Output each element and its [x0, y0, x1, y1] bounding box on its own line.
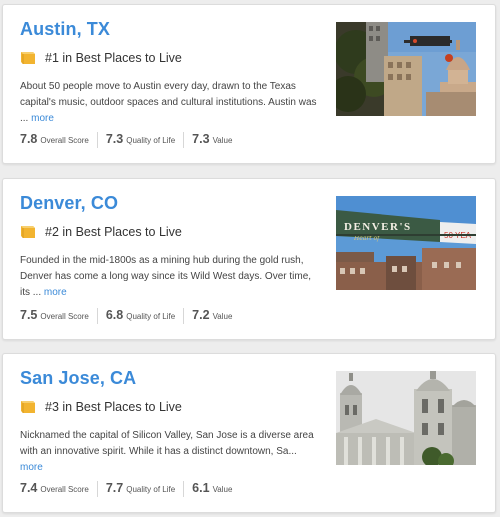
- more-link[interactable]: more: [44, 287, 67, 298]
- quality-of-life-score: 6.8 Quality of Life: [96, 308, 183, 324]
- san-jose-photo-art: [336, 371, 476, 465]
- score-label: Value: [212, 485, 233, 494]
- score-label: Overall Score: [40, 485, 89, 494]
- rank-row: #3 in Best Places to Live: [20, 398, 182, 416]
- score-label: Quality of Life: [126, 136, 176, 145]
- description-text: About 50 people move to Austin every day…: [20, 81, 317, 124]
- score-row: 7.4 Overall Score 7.7 Quality of Life 6.…: [20, 480, 240, 498]
- place-title[interactable]: Austin, TX: [20, 19, 110, 40]
- rank-row: #1 in Best Places to Live: [20, 49, 182, 67]
- overall-score: 7.4 Overall Score: [20, 481, 97, 497]
- ribbon-badge-icon: [21, 401, 35, 413]
- rank-text: #2 in Best Places to Live: [45, 225, 182, 239]
- score-row: 7.8 Overall Score 7.3 Quality of Life 7.…: [20, 131, 240, 149]
- score-value: 7.2: [192, 308, 210, 322]
- score-label: Value: [212, 312, 233, 321]
- place-description: Nicknamed the capital of Silicon Valley,…: [20, 428, 320, 476]
- score-value: 7.3: [192, 132, 210, 146]
- place-card-san-jose: San Jose, CA #3 in Best Places to Live N…: [2, 353, 496, 513]
- score-label: Overall Score: [40, 136, 89, 145]
- score-value: 7.3: [105, 132, 124, 146]
- quality-of-life-score: 7.3 Quality of Life: [96, 132, 183, 148]
- place-description: About 50 people move to Austin every day…: [20, 79, 320, 127]
- score-row: 7.5 Overall Score 6.8 Quality of Life 7.…: [20, 307, 240, 325]
- value-score: 7.2 Value: [183, 308, 240, 324]
- value-score: 7.3 Value: [183, 132, 240, 148]
- score-value: 6.1: [192, 481, 210, 495]
- places-list: Austin, TX #1 in Best Places to Live Abo…: [0, 0, 500, 517]
- score-label: Value: [212, 136, 233, 145]
- sign-script: Heart of: [353, 235, 381, 242]
- rank-text: #1 in Best Places to Live: [45, 51, 182, 65]
- overall-score: 7.5 Overall Score: [20, 308, 97, 324]
- sign-text: DENVER'S: [344, 221, 412, 233]
- place-card-austin: Austin, TX #1 in Best Places to Live Abo…: [2, 4, 496, 164]
- rank-row: #2 in Best Places to Live: [20, 223, 182, 241]
- ribbon-badge-icon: [21, 226, 35, 238]
- score-label: Overall Score: [40, 312, 89, 321]
- place-photo-austin[interactable]: [336, 22, 476, 116]
- score-value: 7.5: [20, 308, 38, 322]
- score-label: Quality of Life: [126, 485, 176, 494]
- place-description: Founded in the mid-1800s as a mining hub…: [20, 253, 320, 301]
- score-value: 6.8: [105, 308, 124, 322]
- place-photo-denver[interactable]: DENVER'S Heart of 50 YEA: [336, 196, 476, 290]
- place-photo-san-jose[interactable]: [336, 371, 476, 465]
- description-text: Nicknamed the capital of Silicon Valley,…: [20, 430, 314, 457]
- value-score: 6.1 Value: [183, 481, 240, 497]
- rank-text: #3 in Best Places to Live: [45, 400, 182, 414]
- score-label: Quality of Life: [126, 312, 176, 321]
- denver-photo-art: DENVER'S Heart of 50 YEA: [336, 196, 476, 290]
- place-title[interactable]: San Jose, CA: [20, 368, 136, 389]
- ribbon-badge-icon: [21, 52, 35, 64]
- more-link[interactable]: more: [20, 462, 43, 473]
- score-value: 7.4: [20, 481, 38, 495]
- quality-of-life-score: 7.7 Quality of Life: [96, 481, 183, 497]
- overall-score: 7.8 Overall Score: [20, 132, 97, 148]
- score-value: 7.7: [105, 481, 124, 495]
- score-value: 7.8: [20, 132, 38, 146]
- more-link[interactable]: more: [31, 113, 54, 124]
- place-card-denver: Denver, CO #2 in Best Places to Live Fou…: [2, 178, 496, 340]
- austin-photo-art: [336, 22, 476, 116]
- place-title[interactable]: Denver, CO: [20, 193, 118, 214]
